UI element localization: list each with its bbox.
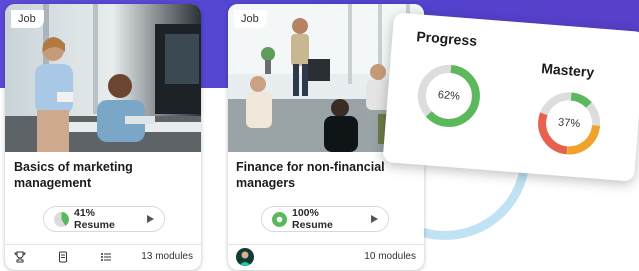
- play-icon: [371, 215, 378, 223]
- course-title[interactable]: Finance for non-financial managers: [236, 159, 416, 191]
- mastery-label: Mastery: [540, 60, 595, 81]
- stats-panel: Progress Mastery 62% 37%: [382, 12, 639, 182]
- course-title[interactable]: Basics of marketing management: [14, 159, 194, 191]
- resume-label: 100% Resume: [292, 207, 333, 231]
- progress-value: 62%: [437, 89, 461, 103]
- module-count: 10 modules: [364, 251, 416, 262]
- trophy-icon[interactable]: [14, 251, 26, 263]
- progress-label: Progress: [415, 28, 478, 49]
- mastery-donut: 37%: [531, 86, 606, 161]
- resume-button[interactable]: 100% Resume: [261, 206, 389, 232]
- course-card-marketing[interactable]: Job Basics of marketing management 41% R…: [5, 4, 201, 270]
- card-tag: Job: [11, 10, 44, 28]
- card-footer: 10 modules: [228, 244, 424, 270]
- progress-ring-icon: [272, 211, 287, 227]
- progress-ring-icon: [54, 211, 69, 227]
- card-footer: 13 modules: [5, 244, 201, 270]
- document-icon[interactable]: [57, 251, 69, 263]
- play-icon: [147, 215, 154, 223]
- resume-button[interactable]: 41% Resume: [43, 206, 165, 232]
- avatar[interactable]: [236, 248, 254, 266]
- resume-label: 41% Resume: [74, 207, 115, 231]
- mastery-value: 37%: [557, 116, 581, 131]
- card-tag: Job: [234, 10, 267, 28]
- module-count: 13 modules: [141, 251, 193, 262]
- list-icon[interactable]: [100, 251, 112, 263]
- progress-donut: 62%: [411, 58, 486, 133]
